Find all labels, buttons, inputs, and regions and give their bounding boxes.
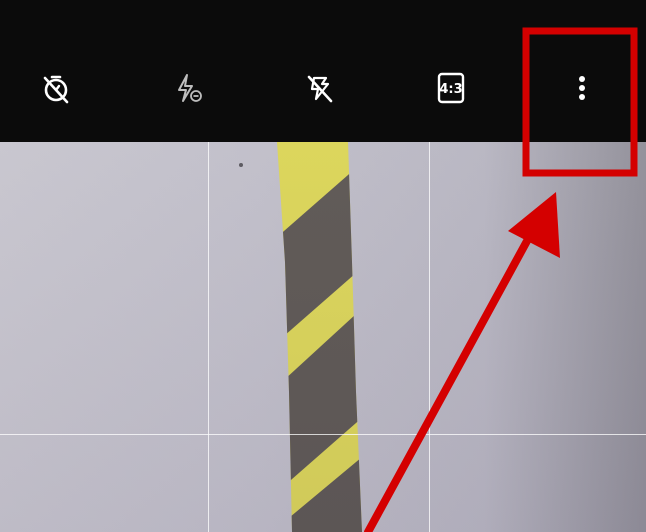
more-options-button[interactable] xyxy=(550,56,614,120)
grid-line-vertical-2 xyxy=(429,142,430,532)
camera-top-bar: 4:3 xyxy=(0,0,646,142)
aspect-ratio-label: 4:3 xyxy=(439,82,462,97)
viewfinder-shade xyxy=(0,142,646,532)
timer-off-icon xyxy=(43,75,69,104)
aspect-ratio-icon: 4:3 xyxy=(437,72,465,104)
aspect-ratio-button[interactable]: 4:3 xyxy=(419,56,483,120)
timer-off-button[interactable] xyxy=(24,56,88,120)
more-vert-icon xyxy=(579,76,585,100)
flash-button[interactable] xyxy=(156,56,220,120)
motion-photo-button[interactable] xyxy=(288,56,352,120)
camera-viewfinder[interactable] xyxy=(0,142,646,532)
grid-line-vertical-1 xyxy=(208,142,209,532)
grid-line-horizontal-1 xyxy=(0,434,646,435)
flash-auto-icon xyxy=(178,74,202,102)
motion-photo-off-icon xyxy=(307,75,333,103)
